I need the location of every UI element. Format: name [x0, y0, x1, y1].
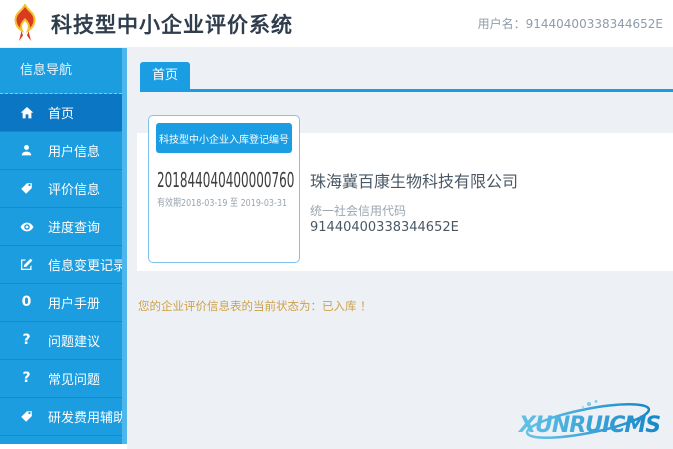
sidebar-item-user-manual[interactable]: 0 用户手册 — [0, 284, 122, 322]
tag-icon — [19, 409, 34, 424]
home-icon — [19, 105, 34, 120]
tab-underline — [140, 89, 673, 92]
question-icon: ? — [19, 333, 34, 348]
sidebar-item-change-records[interactable]: 信息变更记录 — [0, 246, 122, 284]
registration-validity: 有效期2018-03-19 至 2019-03-31 — [157, 194, 287, 209]
company-name: 珠海冀百康生物科技有限公司 — [310, 168, 518, 192]
sidebar: 信息导航 首页 用户信息 评价信息 — [0, 48, 127, 444]
sidebar-item-label: 用户信息 — [48, 141, 100, 160]
main-content: 首页 科技型中小企业入库登记编号 201844040400000760 有效期2… — [127, 48, 673, 449]
username-value: 91440400338344652E — [526, 17, 663, 31]
question-icon: ? — [19, 371, 34, 386]
sidebar-nav-title: 信息导航 — [0, 48, 122, 94]
app-window: 科技型中小企业评价系统 用户名：91440400338344652E 信息导航 … — [0, 0, 673, 449]
xunruicms-logo-text: XUNRUICMS — [517, 413, 660, 438]
sidebar-item-rd-expense-ledger[interactable]: 研发费用辅助账 — [0, 398, 122, 436]
username-label: 用户名： — [478, 17, 526, 31]
sidebar-item-feedback[interactable]: ? 问题建议 — [0, 322, 122, 360]
status-message: 您的企业评价信息表的当前状态为：已入库 ！ — [138, 298, 372, 314]
sidebar-item-label: 用户手册 — [48, 293, 100, 312]
sidebar-item-label: 信息变更记录 — [48, 255, 126, 274]
sidebar-item-label: 评价信息 — [48, 179, 100, 198]
app-logo-flame-icon — [8, 4, 42, 44]
sidebar-item-label: 常见问题 — [48, 369, 100, 388]
sidebar-item-label: 进度查询 — [48, 217, 100, 236]
sidebar-item-label: 首页 — [48, 103, 74, 122]
xunruicms-logo[interactable]: XUNRUICMS — [503, 397, 663, 445]
sidebar-item-label: 问题建议 — [48, 331, 100, 350]
app-header: 科技型中小企业评价系统 用户名：91440400338344652E — [0, 0, 673, 48]
tag-icon — [19, 181, 34, 196]
credit-code-label: 统一社会信用代码 — [310, 202, 406, 219]
eye-icon — [19, 219, 34, 234]
sidebar-item-home[interactable]: 首页 — [0, 94, 122, 132]
edit-icon — [19, 257, 34, 272]
page-title: 科技型中小企业评价系统 — [51, 9, 293, 39]
sidebar-item-user-info[interactable]: 用户信息 — [0, 132, 122, 170]
zero-icon: 0 — [19, 295, 34, 310]
sidebar-item-progress-query[interactable]: 进度查询 — [0, 208, 122, 246]
sidebar-menu: 首页 用户信息 评价信息 进度查询 — [0, 94, 127, 436]
user-info: 用户名：91440400338344652E — [478, 0, 663, 48]
registration-card: 科技型中小企业入库登记编号 201844040400000760 有效期2018… — [148, 115, 300, 263]
registration-number: 201844040400000760 — [157, 169, 294, 191]
tab-home[interactable]: 首页 — [140, 62, 190, 90]
sidebar-item-faq[interactable]: ? 常见问题 — [0, 360, 122, 398]
user-icon — [19, 143, 34, 158]
credit-code-value: 91440400338344652E — [310, 220, 459, 235]
registration-badge-button[interactable]: 科技型中小企业入库登记编号 — [156, 123, 292, 153]
tab-home-label: 首页 — [152, 68, 178, 83]
sidebar-item-evaluation-info[interactable]: 评价信息 — [0, 170, 122, 208]
